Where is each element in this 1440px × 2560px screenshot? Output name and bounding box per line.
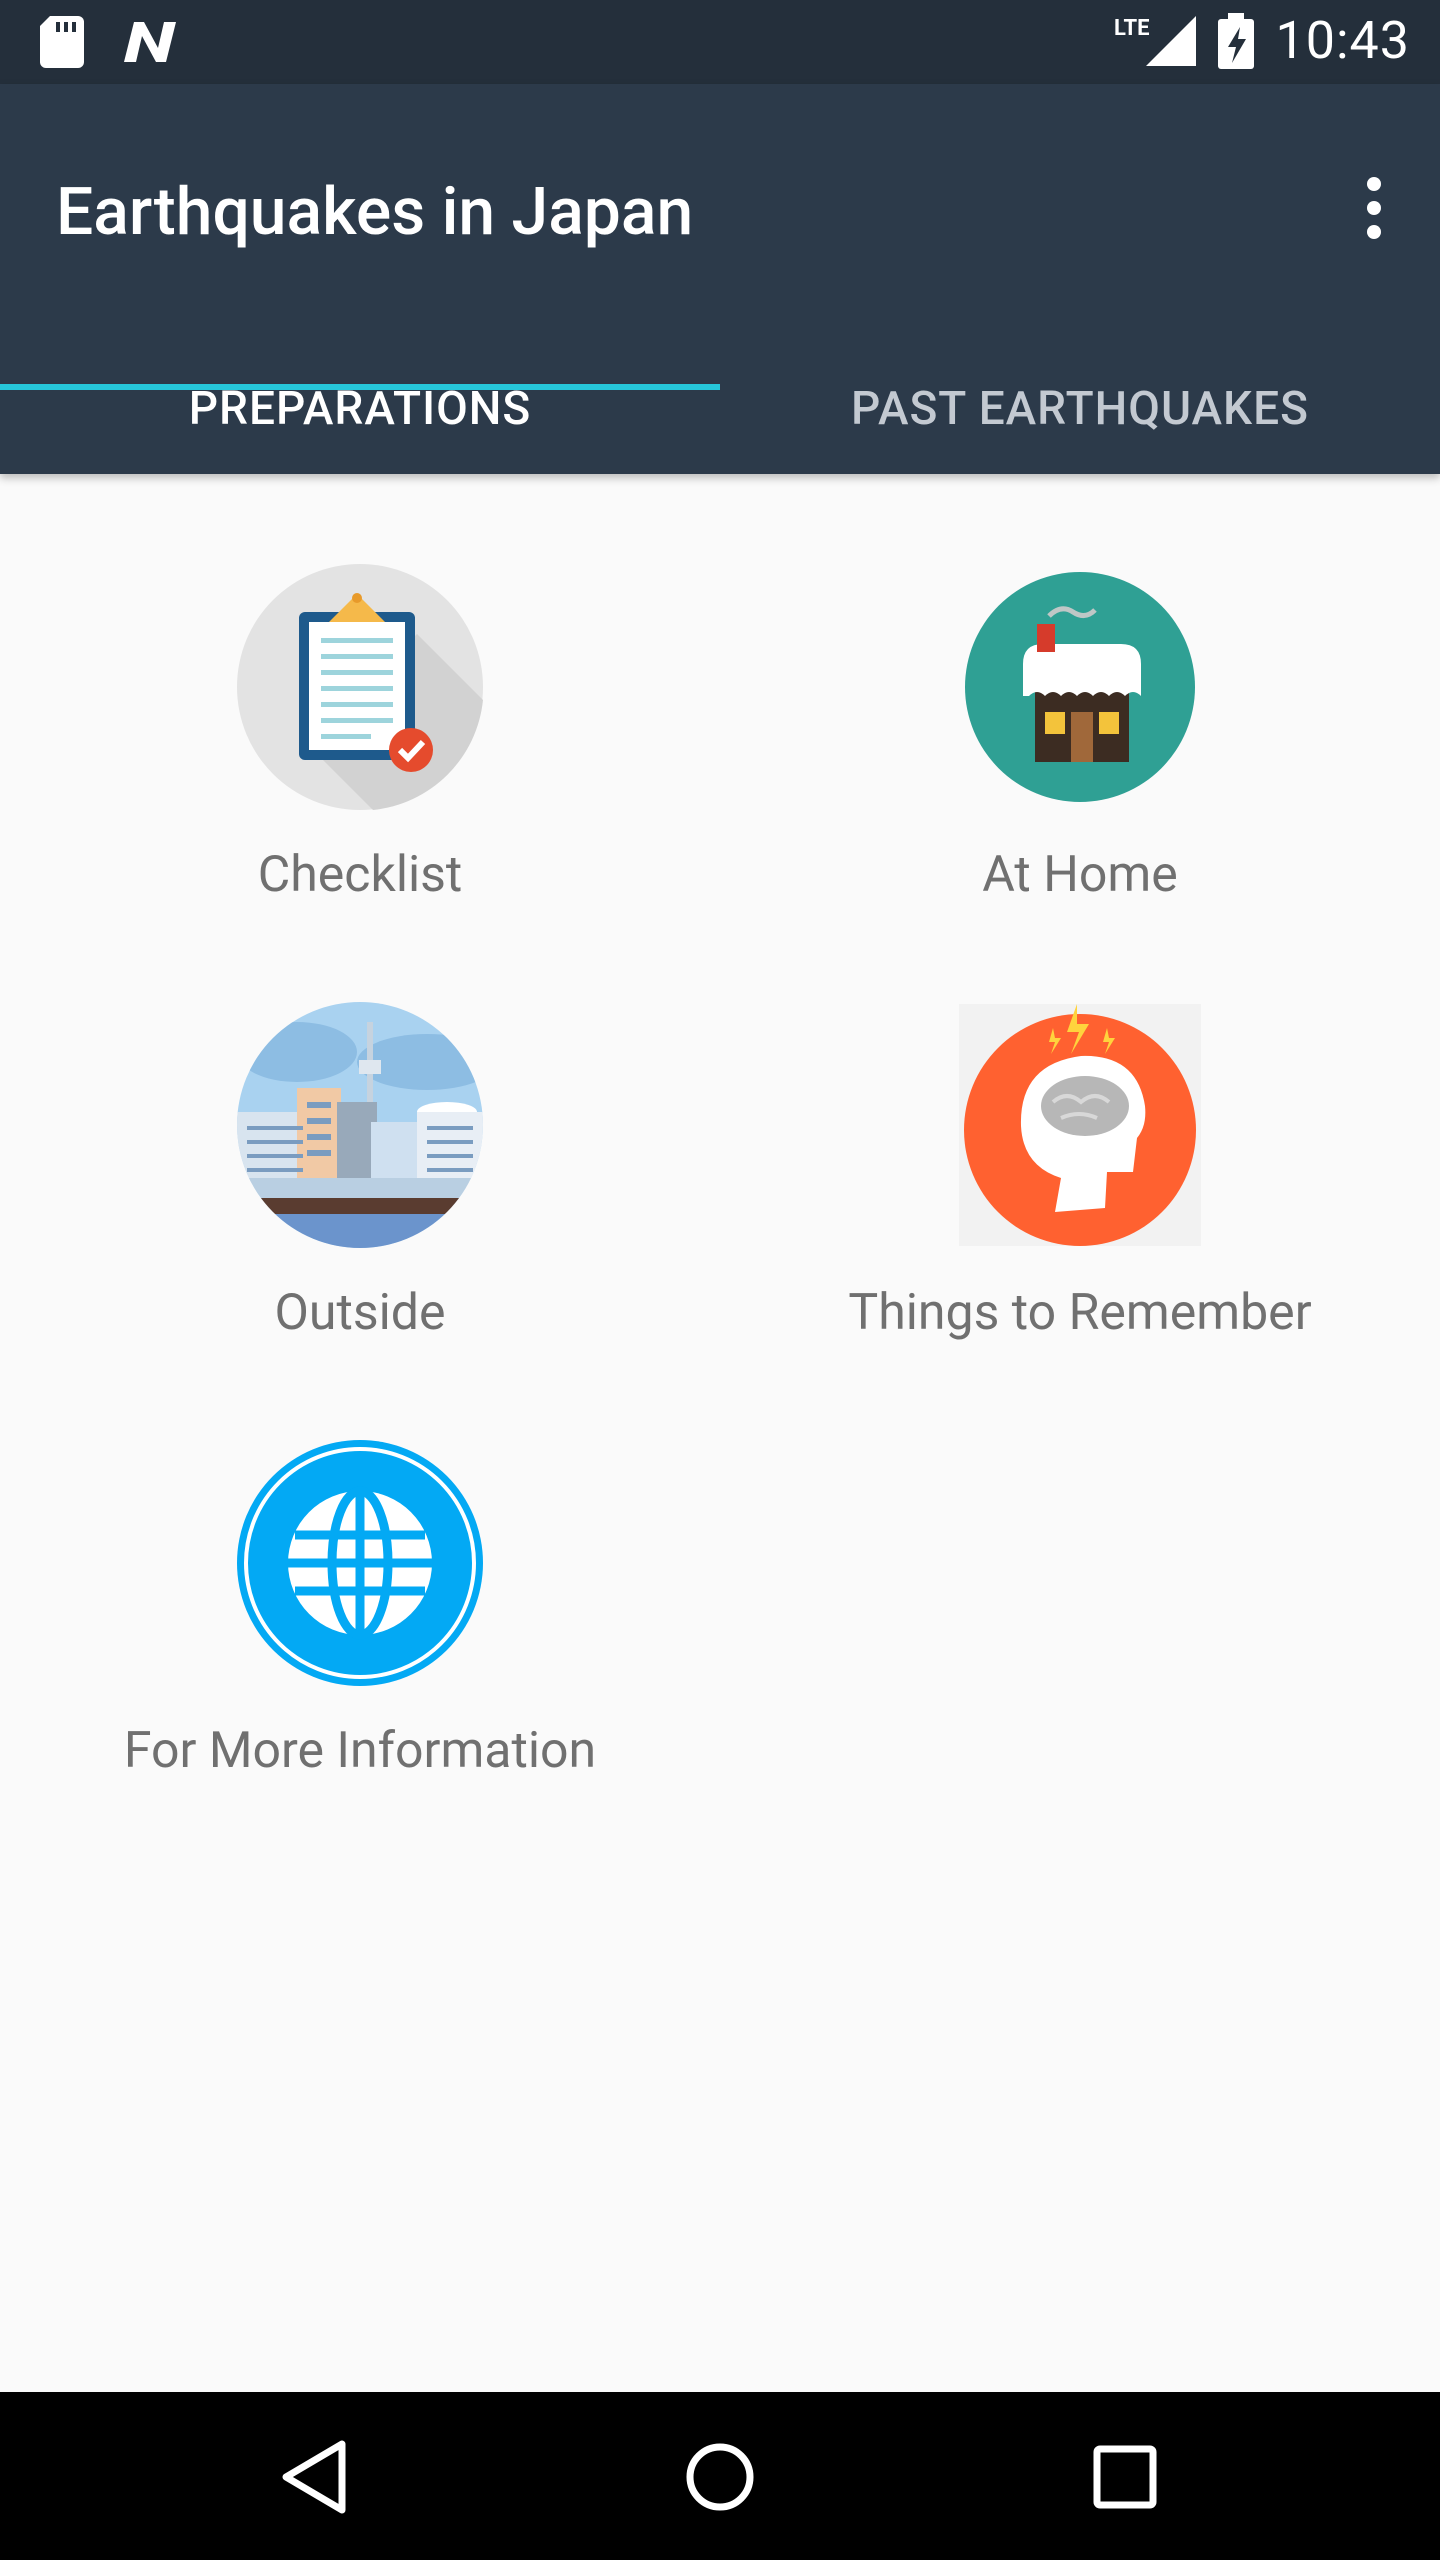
head-brain-icon [959, 1004, 1201, 1246]
recents-icon[interactable] [1080, 2432, 1170, 2522]
tab-bar: PREPARATIONS PAST EARTHQUAKES [0, 344, 1440, 474]
tab-indicator [0, 384, 720, 390]
app-bar: Earthquakes in Japan PREPARATIONS PAST E… [0, 84, 1440, 474]
back-icon[interactable] [272, 2432, 362, 2522]
battery-icon [1217, 12, 1254, 69]
network-type-label: LTE [1114, 16, 1150, 41]
status-time: 10:43 [1275, 10, 1410, 71]
clipboard-checklist-icon [237, 564, 483, 810]
system-nav-bar [0, 2392, 1440, 2560]
item-label: For More Information [123, 1722, 597, 1780]
globe-icon [237, 1440, 483, 1686]
grid-item-things-to-remember[interactable]: Things to Remember [720, 1002, 1440, 1342]
grid-item-at-home[interactable]: At Home [720, 564, 1440, 904]
grid-item-for-more-information[interactable]: For More Information [0, 1440, 720, 1780]
signal-icon [1145, 15, 1196, 66]
city-skyline-icon [237, 1002, 483, 1248]
grid-item-checklist[interactable]: Checklist [0, 564, 720, 904]
app-title: Earthquakes in Japan [56, 174, 694, 251]
house-icon [965, 572, 1195, 802]
tab-past-earthquakes[interactable]: PAST EARTHQUAKES [720, 344, 1440, 474]
item-label: Things to Remember [848, 1284, 1312, 1342]
item-label: At Home [982, 846, 1178, 904]
n-notification-icon [124, 22, 176, 62]
status-bar: LTE 10:43 [0, 0, 1440, 84]
more-vert-icon[interactable] [1334, 168, 1414, 248]
grid-item-outside[interactable]: Outside [0, 1002, 720, 1342]
sd-card-icon [40, 16, 84, 68]
item-label: Outside [274, 1284, 446, 1342]
item-label: Checklist [257, 846, 463, 904]
tab-preparations[interactable]: PREPARATIONS [0, 344, 720, 474]
home-icon[interactable] [675, 2432, 765, 2522]
